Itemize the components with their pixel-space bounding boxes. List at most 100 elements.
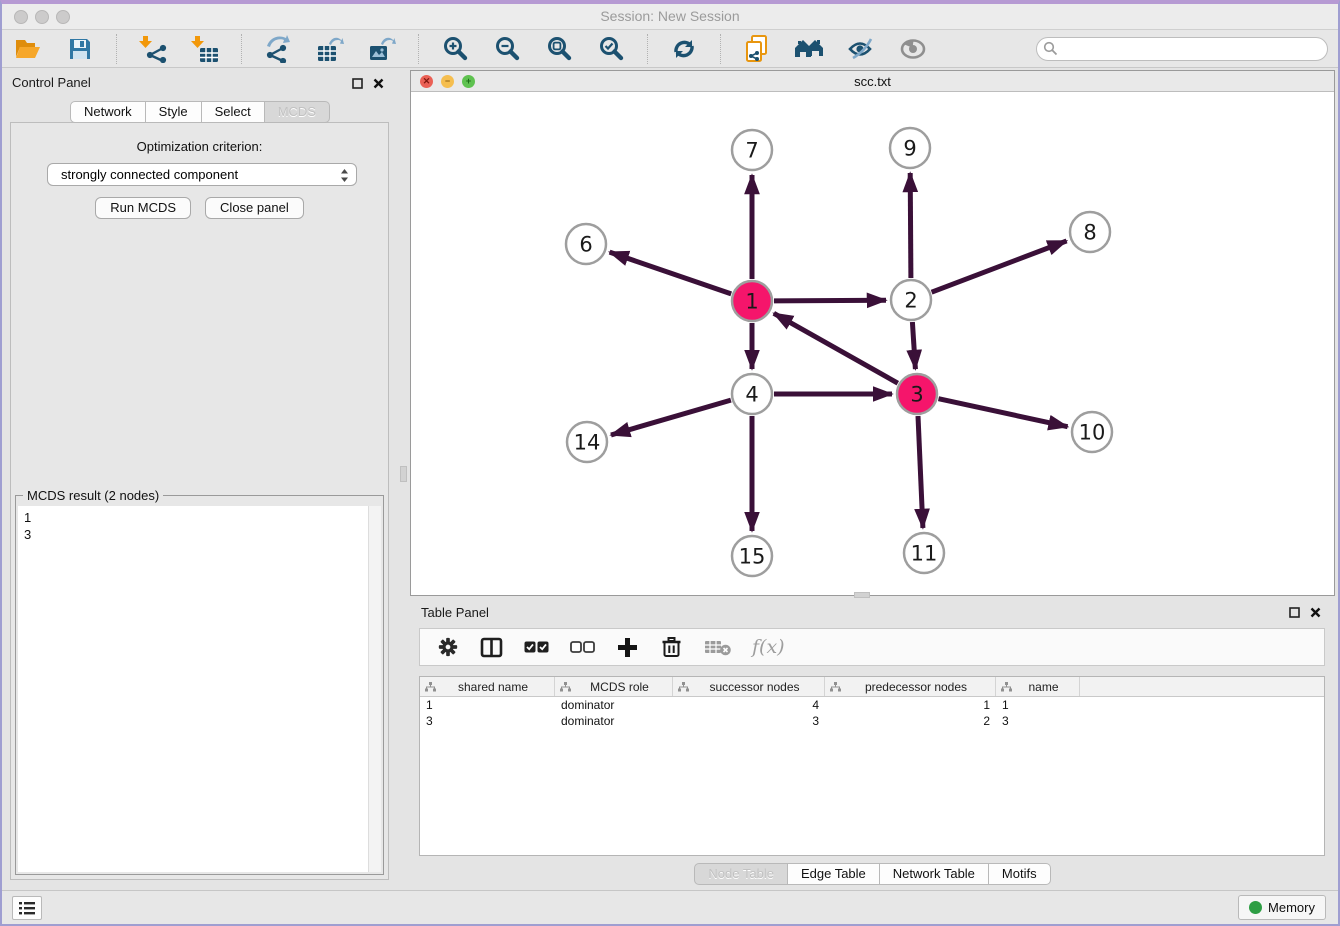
zoom-out-icon[interactable] [491,33,523,65]
graph-node-14[interactable]: 14 [567,422,607,462]
table-cell-mcds-role[interactable]: dominator [555,698,673,712]
edge-3-11[interactable] [918,416,923,528]
control-panel-title: Control Panel [12,75,91,90]
close-table-panel-icon[interactable] [1310,605,1321,623]
graph-node-4[interactable]: 4 [732,374,772,414]
table-row[interactable]: 3dominator323 [420,713,1324,729]
tab-network-table[interactable]: Network Table [880,863,989,885]
column-header-name[interactable]: name [996,677,1080,696]
column-header-shared-name[interactable]: shared name [420,677,555,696]
zoom-selected-icon[interactable] [595,33,627,65]
edge-2-3[interactable] [912,322,915,369]
show-columns-icon[interactable] [480,637,503,658]
zoom-fit-icon[interactable] [543,33,575,65]
search-input[interactable] [1036,37,1328,61]
horizontal-splitter-handle[interactable] [854,592,870,598]
zoom-in-icon[interactable] [439,33,471,65]
table-cell-mcds-role[interactable]: dominator [555,714,673,728]
vertical-splitter-handle[interactable] [400,466,407,482]
show-details-icon[interactable] [897,33,929,65]
graph-node-15[interactable]: 15 [732,536,772,576]
delete-table-icon[interactable] [704,638,731,656]
tab-select[interactable]: Select [202,101,265,123]
deselect-all-columns-icon[interactable] [570,641,595,653]
graph-node-11[interactable]: 11 [904,533,944,573]
table-cell-successor-nodes[interactable]: 4 [673,698,825,712]
table-row[interactable]: 1dominator411 [420,697,1324,713]
graph-node-9[interactable]: 9 [890,128,930,168]
graph-node-8[interactable]: 8 [1070,212,1110,252]
table-cell-shared-name[interactable]: 3 [420,714,555,728]
graph-node-10[interactable]: 10 [1072,412,1112,452]
column-header-successor-nodes[interactable]: successor nodes [673,677,825,696]
edge-1-2[interactable] [774,300,886,301]
close-panel-button[interactable]: Close panel [205,197,304,219]
table-cell-predecessor-nodes[interactable]: 2 [825,714,996,728]
select-all-columns-icon[interactable] [524,641,549,653]
export-network-icon[interactable] [262,33,294,65]
task-history-button[interactable] [12,896,42,920]
svg-text:2: 2 [904,288,917,312]
close-panel-icon[interactable] [373,76,384,94]
edge-4-14[interactable] [611,400,731,435]
apply-layout-icon[interactable] [668,33,700,65]
table-panel-title: Table Panel [421,605,489,620]
edge-3-10[interactable] [939,399,1068,427]
tab-mcds[interactable]: MCDS [265,101,330,123]
svg-text:8: 8 [1083,220,1096,244]
network-graph: 1 2 3 4 6 7 8 9 10 11 14 15 [411,92,1334,595]
table-cell-name[interactable]: 1 [996,698,1080,712]
criterion-select[interactable]: strongly connected component [47,163,357,186]
table-cell-successor-nodes[interactable]: 3 [673,714,825,728]
edge-2-8[interactable] [932,241,1067,292]
table-cell-shared-name[interactable]: 1 [420,698,555,712]
svg-text:6: 6 [579,232,592,256]
home-icon[interactable] [793,33,825,65]
run-mcds-button[interactable]: Run MCDS [95,197,191,219]
control-panel: Control Panel NetworkStyleSelectMCDS Opt… [2,70,398,884]
tab-style[interactable]: Style [146,101,202,123]
network-file-icon[interactable] [741,33,773,65]
table-settings-gear-icon[interactable] [437,636,459,658]
graph-node-3[interactable]: 3 [897,374,937,414]
network-view-window: ✕ − + scc.txt 1234678910111415 [410,70,1335,596]
result-scrollbar[interactable] [368,506,381,872]
edge-2-9[interactable] [910,173,911,278]
float-table-panel-icon[interactable] [1289,605,1300,623]
memory-button[interactable]: Memory [1238,895,1326,920]
title-bar: Session: New Session [2,4,1338,30]
import-network-icon[interactable] [137,33,169,65]
edge-3-1[interactable] [774,313,898,383]
node-table: shared nameMCDS rolesuccessor nodesprede… [419,676,1325,856]
graph-node-7[interactable]: 7 [732,130,772,170]
mcds-result-title: MCDS result (2 nodes) [23,488,163,503]
table-cell-name[interactable]: 3 [996,714,1080,728]
hide-details-icon[interactable] [845,33,877,65]
tab-node-table[interactable]: Node Table [694,863,788,885]
export-image-icon[interactable] [366,33,398,65]
node-table-body: 1dominator4113dominator323 [420,697,1324,729]
graph-node-6[interactable]: 6 [566,224,606,264]
open-session-icon[interactable] [12,33,44,65]
edge-1-6[interactable] [610,252,732,294]
column-header-mcds-role[interactable]: MCDS role [555,677,673,696]
add-column-icon[interactable] [616,636,639,659]
mcds-result-list[interactable]: 13 [18,506,381,872]
search-icon [1043,41,1058,61]
tab-edge-table[interactable]: Edge Table [788,863,880,885]
column-header-predecessor-nodes[interactable]: predecessor nodes [825,677,996,696]
float-panel-icon[interactable] [352,76,363,94]
graph-node-2[interactable]: 2 [891,280,931,320]
graph-node-1[interactable]: 1 [732,281,772,321]
import-table-icon[interactable] [189,33,221,65]
network-canvas[interactable]: 1 2 3 4 6 7 8 9 10 11 14 15 [411,92,1334,595]
export-table-icon[interactable] [314,33,346,65]
table-cell-predecessor-nodes[interactable]: 1 [825,698,996,712]
application-window: Session: New Session [0,0,1340,926]
function-builder-icon[interactable]: f(x) [752,636,785,658]
tab-network[interactable]: Network [70,101,146,123]
tab-motifs[interactable]: Motifs [989,863,1051,885]
save-session-icon[interactable] [64,33,96,65]
status-bar: Memory [2,890,1338,924]
delete-column-icon[interactable] [660,635,683,659]
